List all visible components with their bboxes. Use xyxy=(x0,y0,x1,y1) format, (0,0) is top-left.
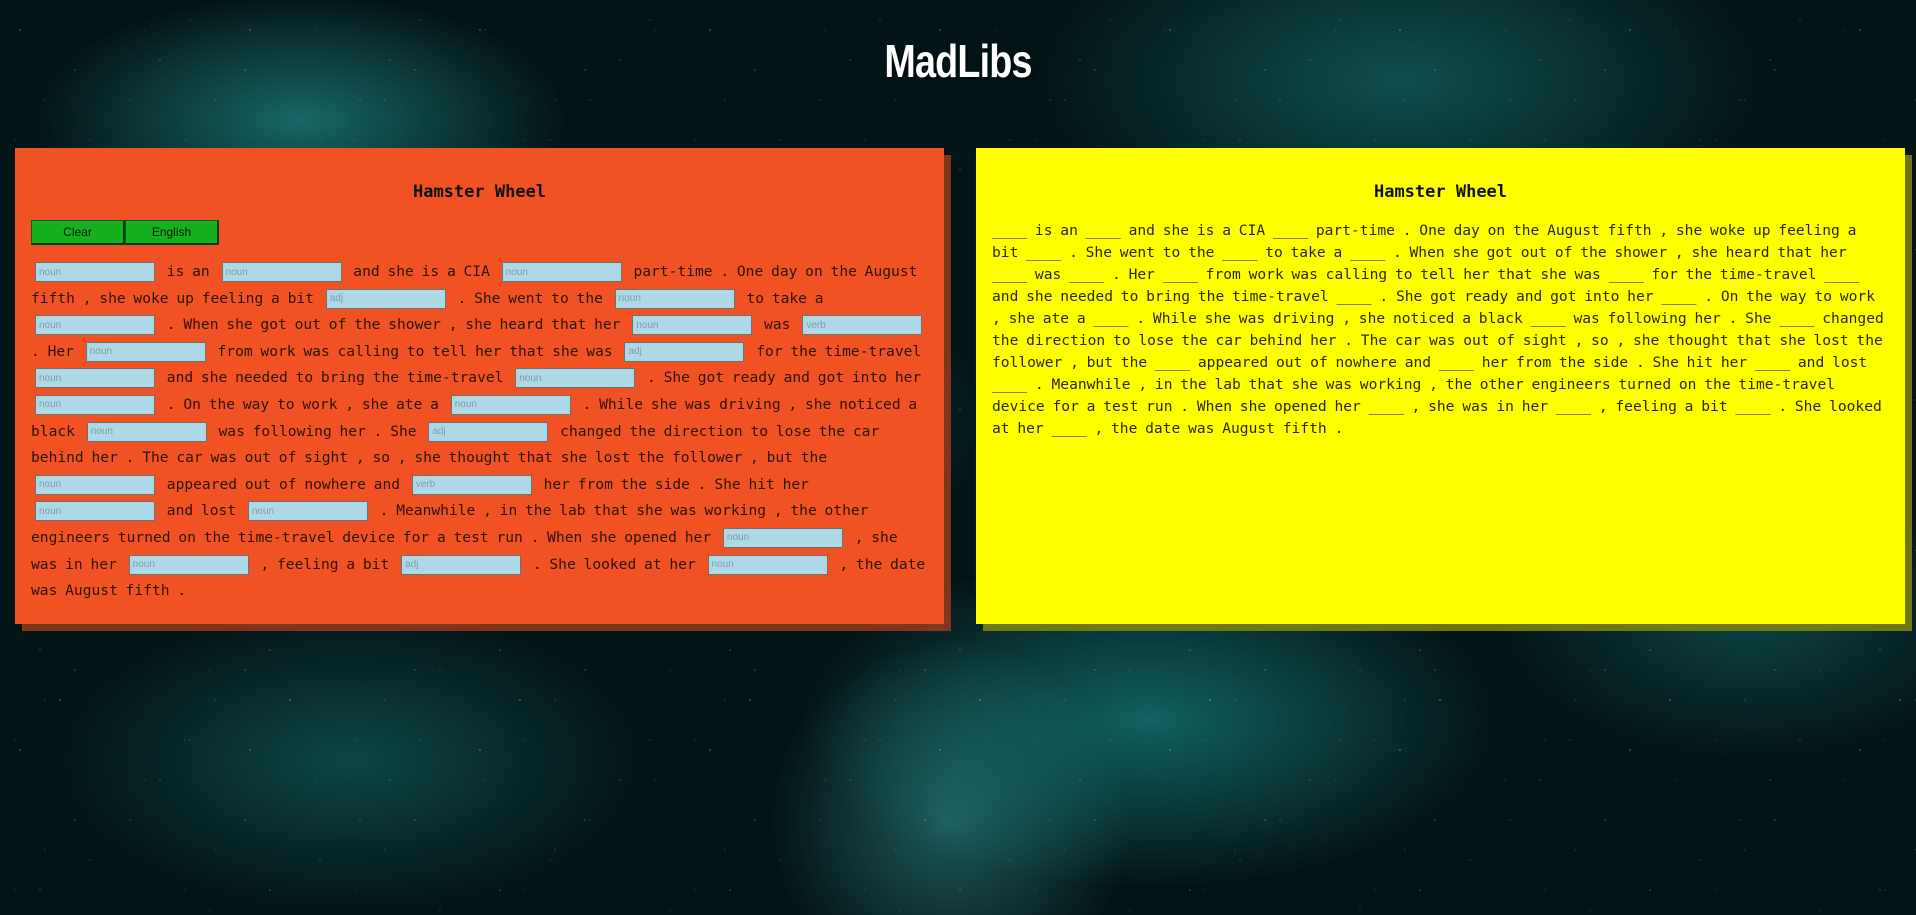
blank-noun-input[interactable] xyxy=(450,394,571,415)
story-text: . Her xyxy=(31,342,82,360)
story-text: from work was calling to tell her that s… xyxy=(209,342,621,360)
story-text: . When she got out of the shower , she h… xyxy=(159,316,629,334)
blank-adj-input[interactable] xyxy=(624,341,745,362)
story-text: and she needed to bring the time-travel xyxy=(159,369,512,387)
blank-noun-input[interactable] xyxy=(722,527,843,548)
blank-noun-input[interactable] xyxy=(35,262,155,282)
blank-noun-input[interactable] xyxy=(35,501,155,522)
story-text: and lost xyxy=(159,502,244,520)
story-text: . She got ready and got into her xyxy=(639,369,922,387)
clear-button[interactable]: Clear xyxy=(31,220,125,245)
story-text: to take a xyxy=(738,289,824,307)
blank-noun-input[interactable] xyxy=(515,368,636,389)
blank-verb-input[interactable] xyxy=(802,315,923,336)
blank-noun-input[interactable] xyxy=(247,501,368,522)
button-row: Clear English xyxy=(31,220,928,245)
app-title: MadLibs xyxy=(884,35,1032,87)
blank-adj-input[interactable] xyxy=(325,288,446,309)
blank-noun-input[interactable] xyxy=(128,554,249,575)
story-text: was following her . She xyxy=(210,422,425,440)
blank-adj-input[interactable] xyxy=(428,421,549,442)
blank-noun-input[interactable] xyxy=(614,288,735,309)
blank-noun-input[interactable] xyxy=(221,262,342,282)
blank-noun-input[interactable] xyxy=(85,341,206,362)
language-button[interactable]: English xyxy=(125,220,219,245)
blank-noun-input[interactable] xyxy=(35,368,155,389)
input-panel: Hamster Wheel Clear English is an and sh… xyxy=(15,148,944,624)
blank-noun-input[interactable] xyxy=(707,554,828,575)
story-text: . She went to the xyxy=(449,289,611,307)
blank-noun-input[interactable] xyxy=(632,315,753,336)
story-text: . She looked at her xyxy=(525,555,704,573)
story-text: . On the way to work , she ate a xyxy=(159,395,447,413)
story-text: for the time-travel xyxy=(748,342,922,360)
story-text: her from the side . She hit her xyxy=(535,475,809,493)
story-text: , feeling a bit xyxy=(252,555,398,573)
input-panel-title: Hamster Wheel xyxy=(412,182,547,202)
blank-adj-input[interactable] xyxy=(401,554,522,575)
story-input-form: is an and she is a CIA part-time . One d… xyxy=(31,259,928,605)
output-panel-title: Hamster Wheel xyxy=(1373,182,1508,202)
blank-noun-input[interactable] xyxy=(86,421,207,442)
story-text: is an xyxy=(159,263,218,280)
story-text: and she is a CIA xyxy=(345,263,498,280)
blank-noun-input[interactable] xyxy=(35,394,155,415)
output-panel: Hamster Wheel ____ is an ____ and she is… xyxy=(976,148,1905,624)
blank-noun-input[interactable] xyxy=(501,262,622,282)
blank-noun-input[interactable] xyxy=(35,474,155,495)
story-text: appeared out of nowhere and xyxy=(159,475,408,493)
blank-verb-input[interactable] xyxy=(411,474,532,495)
story-text: was xyxy=(756,316,799,334)
blank-noun-input[interactable] xyxy=(35,315,155,336)
story-output-text: ____ is an ____ and she is a CIA ____ pa… xyxy=(992,222,1884,437)
